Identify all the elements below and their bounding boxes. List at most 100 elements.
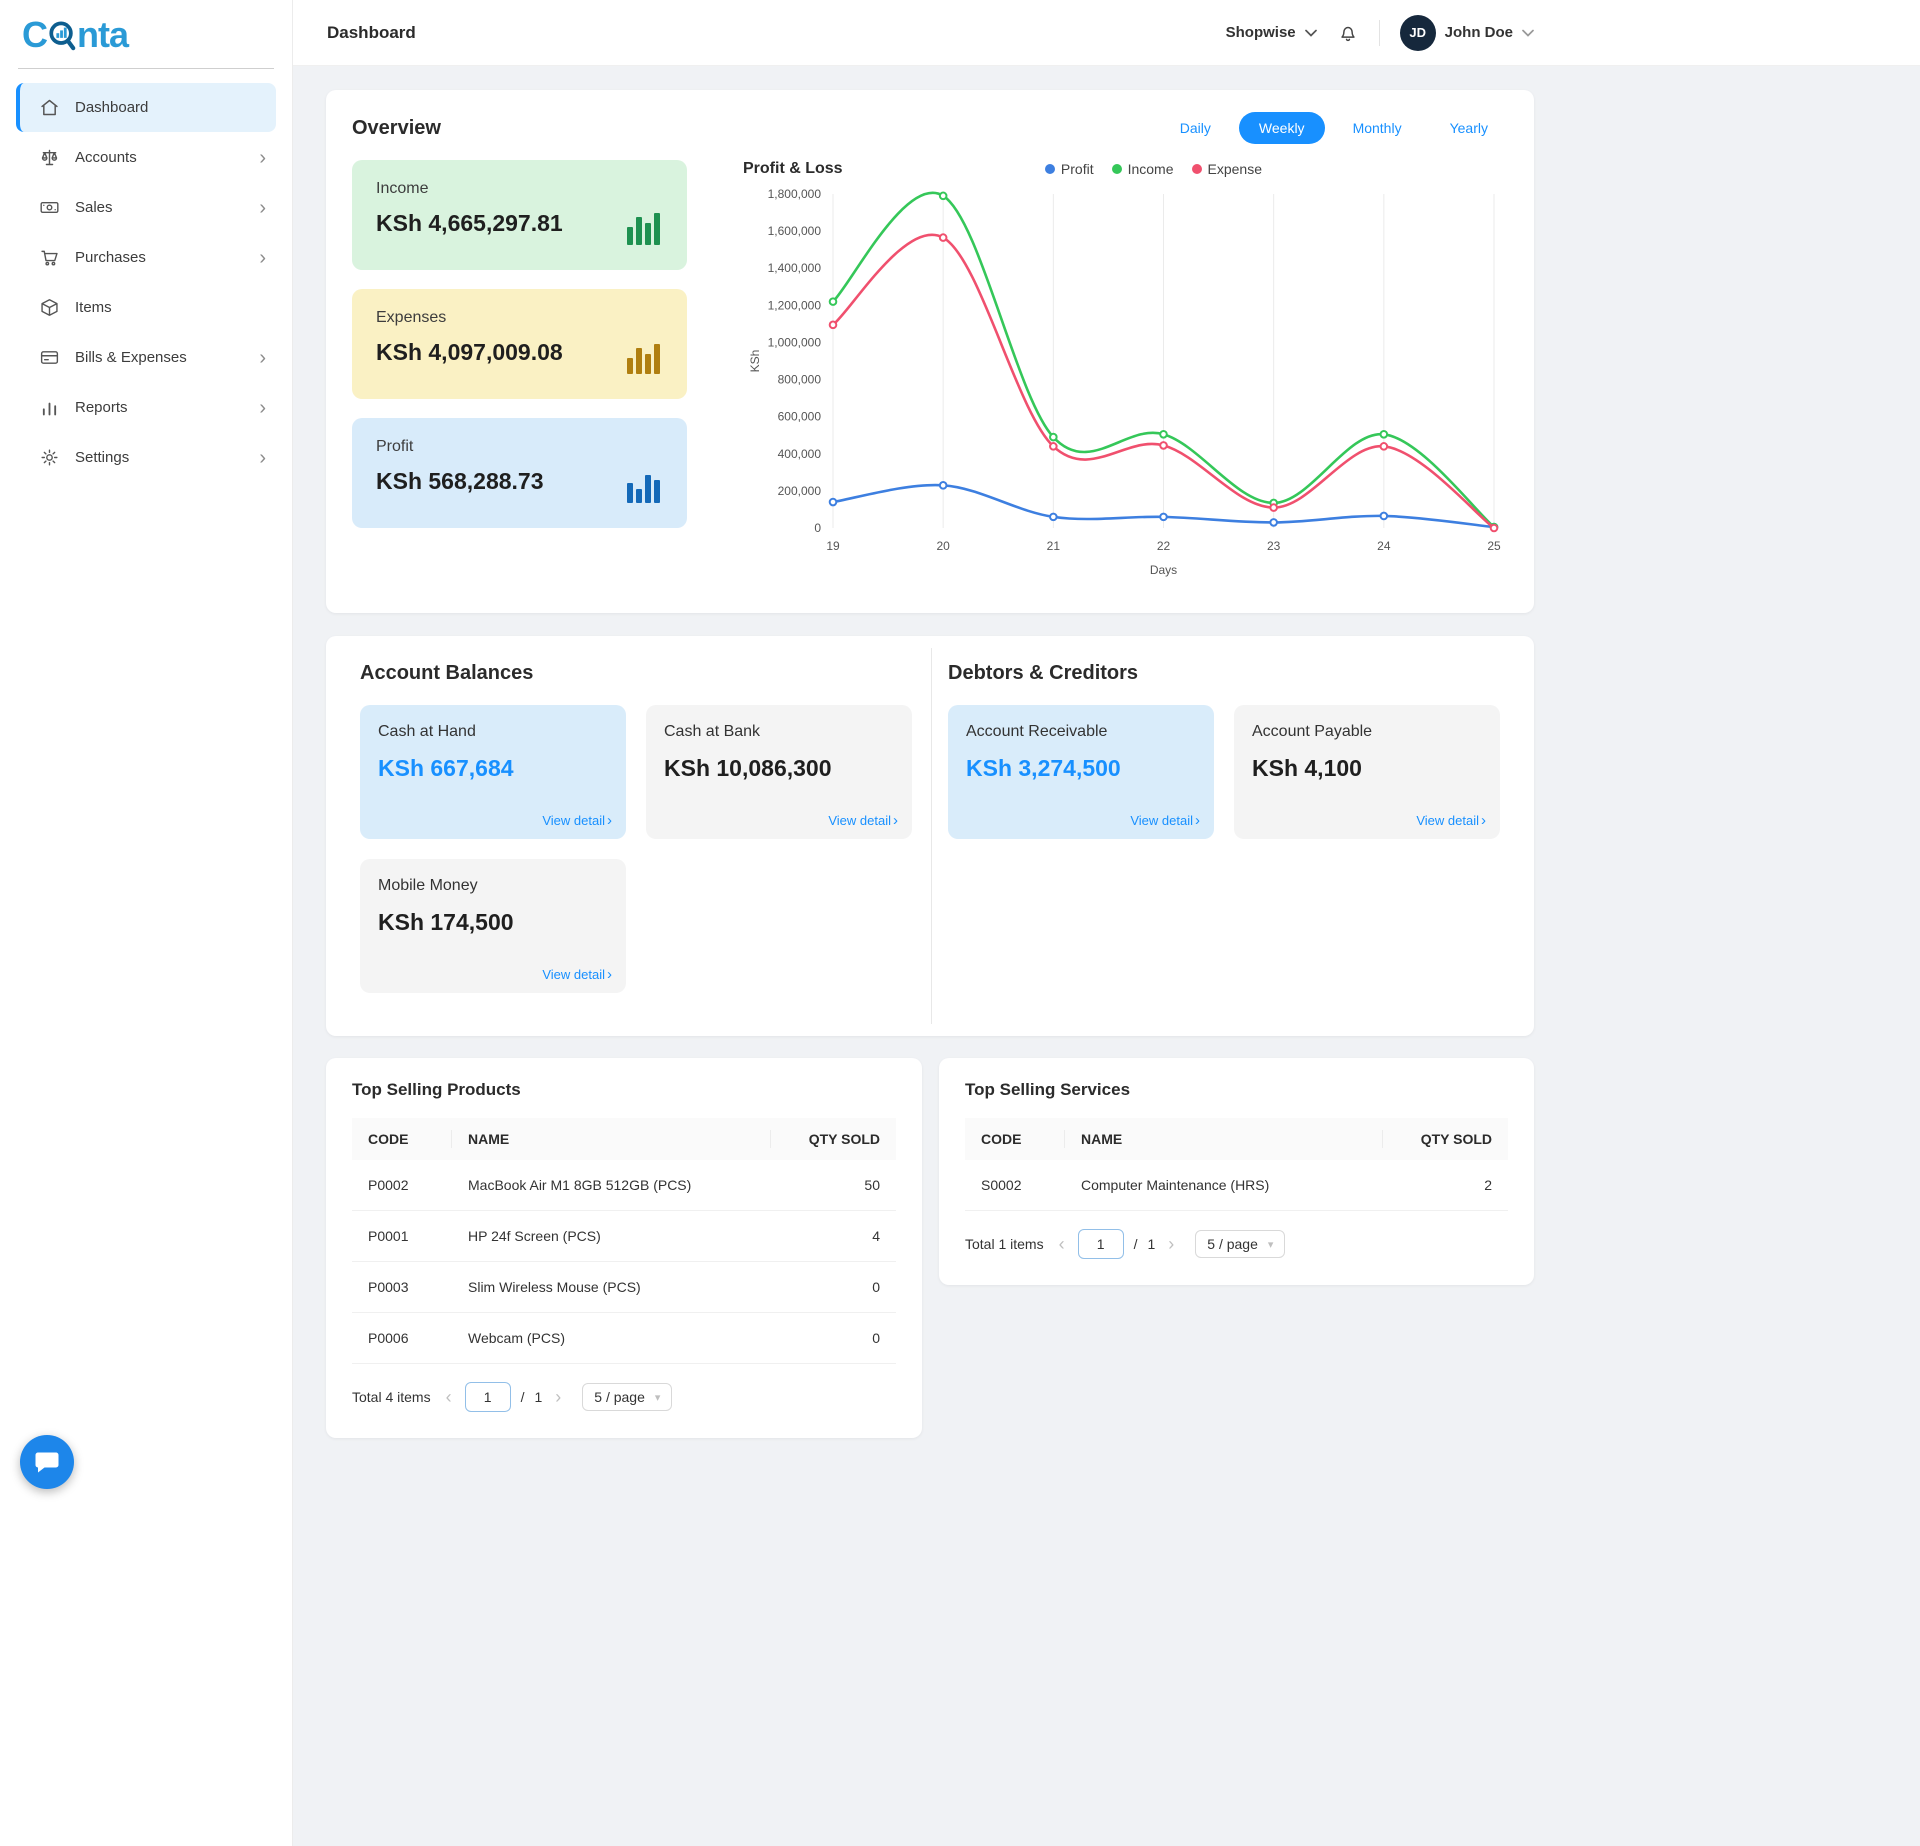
balance-tile-account-receivable: Account Receivable KSh 3,274,500 View de…	[948, 705, 1214, 839]
tab-monthly[interactable]: Monthly	[1333, 112, 1422, 144]
table-row: S0002 Computer Maintenance (HRS) 2	[965, 1160, 1508, 1211]
view-detail-link[interactable]: View detail›	[1130, 812, 1200, 829]
user-menu[interactable]: JD John Doe	[1400, 15, 1534, 51]
svg-text:22: 22	[1157, 539, 1171, 553]
sidebar-item-accounts[interactable]: Accounts ›	[16, 133, 276, 182]
prev-page-button[interactable]: ‹	[1056, 1235, 1068, 1253]
account-balances-title: Account Balances	[360, 662, 912, 685]
chevron-down-icon: ▾	[655, 1391, 661, 1404]
sidebar-item-label: Purchases	[75, 249, 259, 266]
svg-text:1,400,000: 1,400,000	[768, 261, 822, 275]
view-detail-link[interactable]: View detail›	[828, 812, 898, 829]
sidebar-item-purchases[interactable]: Purchases ›	[16, 233, 276, 282]
svg-text:400,000: 400,000	[778, 447, 822, 461]
sidebar-header: C nta	[18, 0, 274, 69]
table-row: P0002 MacBook Air M1 8GB 512GB (PCS) 50	[352, 1160, 896, 1211]
sidebar-item-settings[interactable]: Settings ›	[16, 433, 276, 482]
prev-page-button[interactable]: ‹	[443, 1388, 455, 1406]
bell-icon	[1337, 22, 1359, 44]
page-input[interactable]	[1078, 1229, 1124, 1259]
svg-text:25: 25	[1487, 539, 1501, 553]
income-stat-card: Income KSh 4,665,297.81	[352, 160, 687, 270]
topbar-actions: Shopwise JD John Doe	[1226, 15, 1534, 51]
svg-text:23: 23	[1267, 539, 1281, 553]
chevron-down-icon	[1522, 29, 1534, 37]
chevron-right-icon: ›	[1195, 812, 1200, 829]
column-header-name: NAME	[452, 1118, 771, 1160]
company-selector[interactable]: Shopwise	[1226, 24, 1317, 41]
table-header-row: CODE NAME QTY SOLD	[965, 1118, 1508, 1160]
svg-text:24: 24	[1377, 539, 1391, 553]
page-divider: /	[1134, 1236, 1138, 1252]
brand-logo: C nta	[22, 14, 270, 56]
page-size-select[interactable]: 5 / page ▾	[582, 1383, 672, 1411]
top-products-title: Top Selling Products	[352, 1080, 896, 1100]
profit-stat-card: Profit KSh 568,288.73	[352, 418, 687, 528]
notifications-button[interactable]	[1337, 22, 1359, 44]
table-row: P0001 HP 24f Screen (PCS) 4	[352, 1211, 896, 1262]
services-pagination: Total 1 items ‹ / 1 › 5 / page ▾	[965, 1229, 1508, 1259]
avatar: JD	[1400, 15, 1436, 51]
tab-weekly[interactable]: Weekly	[1239, 112, 1325, 144]
chevron-right-icon: ›	[893, 812, 898, 829]
bar-chart-icon	[627, 471, 661, 508]
tab-yearly[interactable]: Yearly	[1430, 112, 1508, 144]
chevron-down-icon: ▾	[1268, 1238, 1274, 1251]
sidebar-item-label: Sales	[75, 199, 259, 216]
sidebar-item-dashboard[interactable]: Dashboard	[16, 83, 276, 132]
stat-cards: Income KSh 4,665,297.81 Expenses KSh 4,0…	[352, 160, 687, 585]
stat-label: Expenses	[376, 309, 663, 327]
home-icon	[38, 97, 60, 119]
debtors-creditors-section: Debtors & Creditors Account Receivable K…	[932, 636, 1534, 1036]
top-products-card: Top Selling Products CODE NAME QTY SOLD …	[326, 1058, 922, 1438]
legend-expense: Expense	[1192, 161, 1262, 177]
sidebar-item-items[interactable]: Items	[16, 283, 276, 332]
sidebar-item-sales[interactable]: Sales ›	[16, 183, 276, 232]
chat-widget-button[interactable]	[20, 1435, 74, 1489]
chevron-right-icon: ›	[607, 966, 612, 983]
chevron-right-icon: ›	[259, 398, 266, 418]
sidebar-item-label: Accounts	[75, 149, 259, 166]
svg-text:KSh: KSh	[748, 350, 762, 373]
page-size-select[interactable]: 5 / page ▾	[1195, 1230, 1285, 1258]
next-page-button[interactable]: ›	[552, 1388, 564, 1406]
page-input[interactable]	[465, 1382, 511, 1412]
sidebar-item-bills-expenses[interactable]: Bills & Expenses ›	[16, 333, 276, 382]
cash-icon	[38, 197, 60, 219]
cell-qty: 4	[771, 1211, 896, 1262]
svg-text:1,200,000: 1,200,000	[768, 298, 822, 312]
next-page-button[interactable]: ›	[1165, 1235, 1177, 1253]
user-name: John Doe	[1445, 24, 1513, 41]
sidebar: C nta Dashboard	[0, 0, 293, 1846]
sidebar-nav: Dashboard Accounts › Sales › Pu	[0, 69, 292, 497]
svg-text:0: 0	[814, 521, 821, 535]
bill-icon	[38, 347, 60, 369]
cell-name: MacBook Air M1 8GB 512GB (PCS)	[452, 1160, 771, 1211]
expenses-stat-card: Expenses KSh 4,097,009.08	[352, 289, 687, 399]
stat-label: Income	[376, 180, 663, 198]
brand-prefix: C	[22, 14, 47, 56]
cell-qty: 0	[771, 1313, 896, 1364]
chevron-right-icon: ›	[259, 248, 266, 268]
sidebar-item-label: Reports	[75, 399, 259, 416]
tab-daily[interactable]: Daily	[1160, 112, 1231, 144]
legend-income: Income	[1112, 161, 1174, 177]
chevron-right-icon: ›	[1481, 812, 1486, 829]
sidebar-item-reports[interactable]: Reports ›	[16, 383, 276, 432]
view-detail-link[interactable]: View detail›	[1416, 812, 1486, 829]
pagination-total: Total 4 items	[352, 1389, 431, 1405]
view-detail-link[interactable]: View detail›	[542, 966, 612, 983]
svg-text:21: 21	[1047, 539, 1061, 553]
svg-text:1,600,000: 1,600,000	[768, 224, 822, 238]
svg-text:20: 20	[936, 539, 950, 553]
balance-tile-cash-at-hand: Cash at Hand KSh 667,684 View detail›	[360, 705, 626, 839]
view-detail-link[interactable]: View detail›	[542, 812, 612, 829]
svg-text:200,000: 200,000	[778, 484, 822, 498]
stat-value: KSh 4,665,297.81	[376, 210, 663, 237]
legend-dot-expense	[1192, 164, 1202, 174]
bar-chart-icon	[627, 213, 661, 250]
chevron-right-icon: ›	[259, 448, 266, 468]
magnifier-chart-icon	[48, 19, 76, 53]
page-divider: /	[521, 1389, 525, 1405]
total-pages: 1	[534, 1389, 542, 1405]
